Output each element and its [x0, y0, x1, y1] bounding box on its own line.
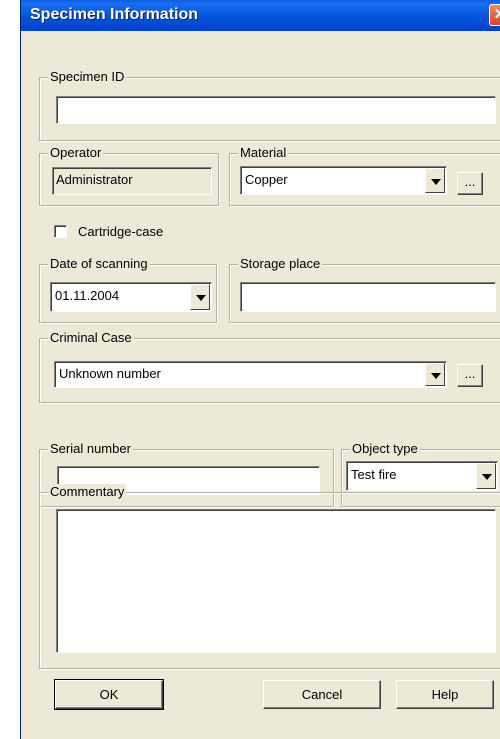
object-type-dropdown-button[interactable]: [476, 463, 496, 489]
storage-place-label: Storage place: [238, 256, 323, 271]
specimen-id-label: Specimen ID: [48, 69, 127, 84]
window-title: Specimen Information: [30, 6, 199, 23]
storage-place-input[interactable]: [240, 282, 496, 312]
material-label: Material: [238, 145, 289, 160]
title-bar[interactable]: Specimen Information ✕: [21, 0, 500, 31]
criminal-case-label: Criminal Case: [48, 330, 134, 345]
specimen-information-dialog: Specimen Information ✕ Specimen ID Opera…: [20, 0, 500, 739]
criminal-case-browse-label: ...: [464, 366, 476, 381]
criminal-case-browse-button[interactable]: ...: [457, 364, 483, 387]
material-value: Copper: [245, 172, 288, 187]
date-of-scanning-label: Date of scanning: [48, 256, 150, 271]
chevron-down-icon: [482, 474, 492, 480]
chevron-down-icon: [431, 373, 441, 379]
criminal-case-value: Unknown number: [59, 366, 161, 381]
date-picker[interactable]: 01.11.2004: [50, 282, 212, 312]
specimen-id-input[interactable]: [56, 96, 496, 124]
cancel-label: Cancel: [301, 687, 343, 702]
object-type-value: Test fire: [351, 467, 397, 482]
ok-label: OK: [99, 687, 119, 702]
criminal-case-select[interactable]: Unknown number: [54, 361, 447, 388]
operator-field: Administrator: [52, 167, 212, 195]
close-icon: ✕: [493, 6, 500, 23]
material-browse-button[interactable]: ...: [457, 172, 483, 195]
material-browse-label: ...: [464, 174, 476, 189]
serial-number-label: Serial number: [48, 441, 133, 456]
help-button[interactable]: Help: [396, 680, 494, 709]
cancel-button[interactable]: Cancel: [263, 680, 381, 709]
close-button[interactable]: ✕: [489, 4, 500, 26]
operator-value: Administrator: [56, 172, 133, 187]
object-type-label: Object type: [350, 441, 420, 456]
material-select[interactable]: Copper: [240, 166, 447, 195]
chevron-down-icon: [196, 295, 206, 301]
chevron-down-icon: [431, 179, 441, 185]
material-dropdown-button[interactable]: [425, 168, 445, 193]
operator-label: Operator: [48, 145, 104, 160]
object-type-select[interactable]: Test fire: [346, 461, 498, 491]
commentary-textarea[interactable]: [56, 509, 496, 653]
ok-button[interactable]: OK: [54, 679, 164, 710]
cartridge-case-checkbox[interactable]: [54, 225, 67, 238]
date-dropdown-button[interactable]: [190, 284, 210, 310]
help-label: Help: [431, 687, 459, 702]
commentary-label: Commentary: [48, 484, 127, 499]
cartridge-case-label: Cartridge-case: [78, 224, 164, 239]
date-value: 01.11.2004: [55, 288, 120, 303]
criminal-case-dropdown-button[interactable]: [425, 363, 445, 386]
